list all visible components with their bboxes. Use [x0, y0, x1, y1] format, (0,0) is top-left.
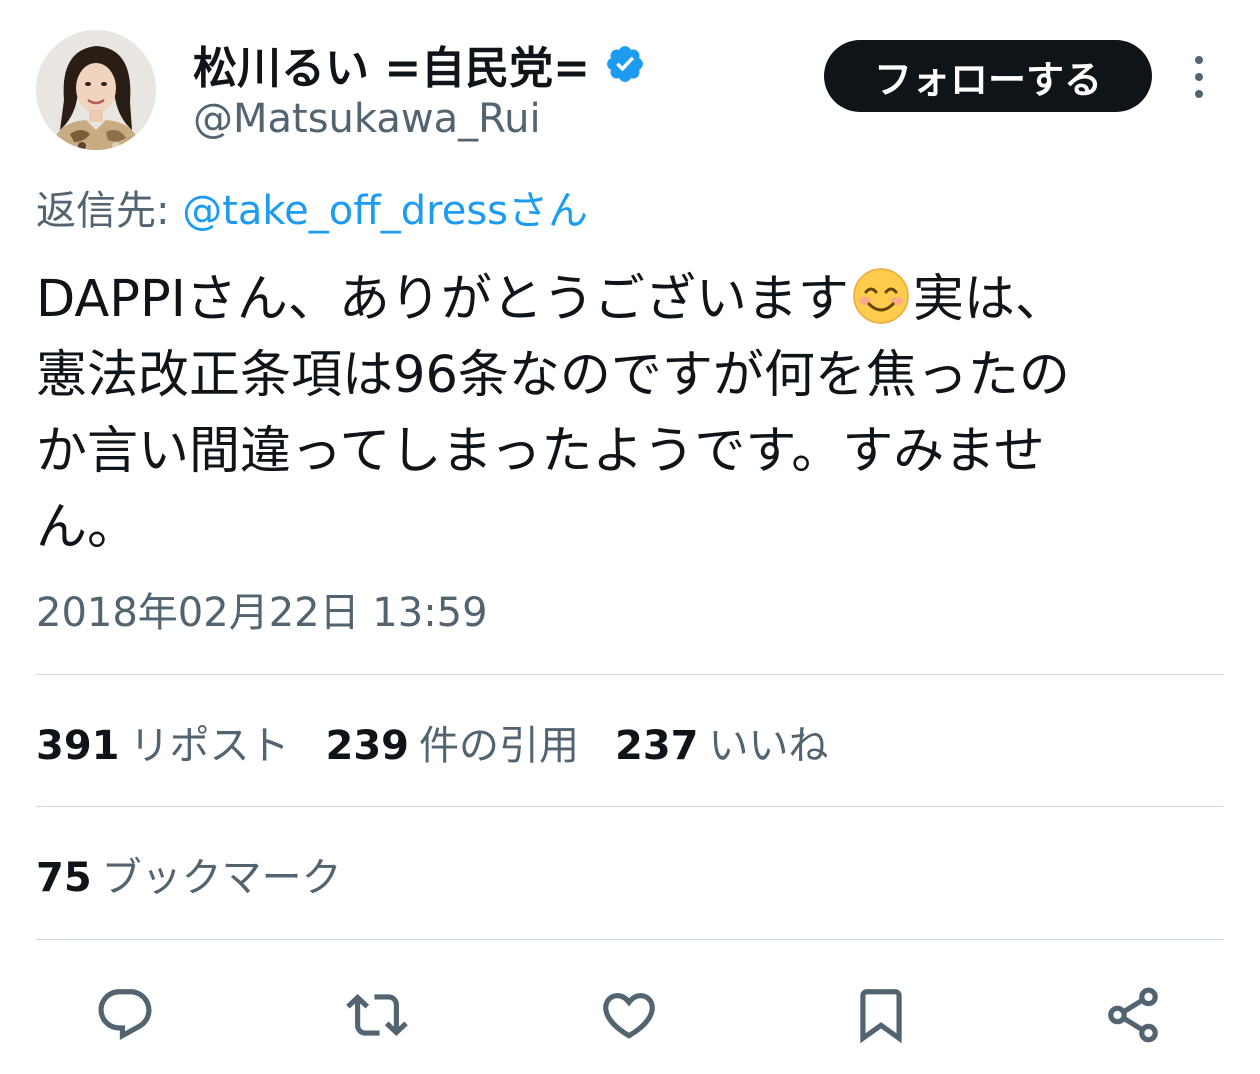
share-button[interactable] — [1098, 980, 1168, 1050]
tweet-text: DAPPIさん、ありがとうございます 実は、 憲法改正条項は96条なのですが何を… — [36, 262, 1226, 566]
verified-badge-icon[interactable] — [604, 43, 646, 85]
tweet-header: 松川るい =自民党= @Matsukawa_Rui フォローする — [36, 30, 1226, 150]
tweet-line-1-start: DAPPIさん、ありがとうございます — [36, 270, 849, 329]
like-button[interactable] — [594, 980, 664, 1050]
more-vertical-icon[interactable] — [1184, 52, 1214, 102]
repost-button[interactable] — [342, 980, 412, 1050]
reply-context: 返信先: @take_off_dressさん — [36, 178, 588, 236]
follow-button[interactable]: フォローする — [824, 40, 1152, 112]
bookmark-count: 75 — [36, 855, 92, 901]
repost-stat[interactable]: 391 リポスト — [36, 713, 290, 771]
repost-arrows-icon — [346, 994, 408, 1036]
tweet-line-1: DAPPIさん、ありがとうございます 実は、 — [36, 262, 1226, 338]
reply-target-link[interactable]: @take_off_dressさん — [182, 188, 588, 234]
tweet-timestamp[interactable]: 2018年02月22日 13:59 — [36, 580, 488, 638]
share-icon — [1108, 987, 1158, 1043]
quote-stat[interactable]: 239 件の引用 — [326, 713, 580, 771]
heart-icon — [603, 993, 655, 1039]
tweet-line-1-end: 実は、 — [912, 270, 1066, 329]
tweet-line-3: か言い間違ってしまったようです。すみませ — [36, 422, 1045, 481]
like-label: いいね — [708, 723, 829, 769]
quote-count: 239 — [325, 723, 410, 769]
profile-photo-icon — [36, 30, 156, 150]
author-display-name[interactable]: 松川るい =自民党= — [193, 32, 590, 96]
engagement-stats: 391 リポスト 239 件の引用 237 いいね — [36, 712, 865, 772]
action-bar — [36, 980, 1226, 1050]
divider — [36, 939, 1224, 940]
tweet-line-4: ん。 — [36, 498, 139, 557]
smiling-face-emoji-icon — [851, 266, 911, 326]
quote-label: 件の引用 — [419, 723, 579, 769]
bookmark-button[interactable] — [846, 980, 916, 1050]
bookmark-icon — [860, 989, 902, 1044]
repost-count: 391 — [36, 723, 120, 769]
divider — [36, 674, 1224, 675]
display-name-row: 松川るい =自民党= — [193, 34, 646, 94]
reply-prefix: 返信先: — [36, 188, 170, 234]
bookmark-stats: 75 ブックマーク — [36, 844, 378, 904]
tweet-line-2: 憲法改正条項は96条なのですが何を焦ったの — [36, 346, 1070, 405]
repost-label: リポスト — [129, 723, 290, 769]
bookmark-label: ブックマーク — [101, 855, 342, 901]
author-name-block: 松川るい =自民党= @Matsukawa_Rui — [193, 34, 646, 142]
author-avatar[interactable] — [36, 30, 156, 150]
author-handle[interactable]: @Matsukawa_Rui — [193, 96, 646, 142]
like-count: 237 — [615, 723, 699, 769]
bookmark-stat[interactable]: 75 ブックマーク — [36, 845, 342, 903]
like-stat[interactable]: 237 いいね — [615, 713, 829, 771]
divider — [36, 806, 1224, 807]
reply-button[interactable] — [90, 980, 160, 1050]
reply-bubble-icon — [98, 989, 152, 1041]
